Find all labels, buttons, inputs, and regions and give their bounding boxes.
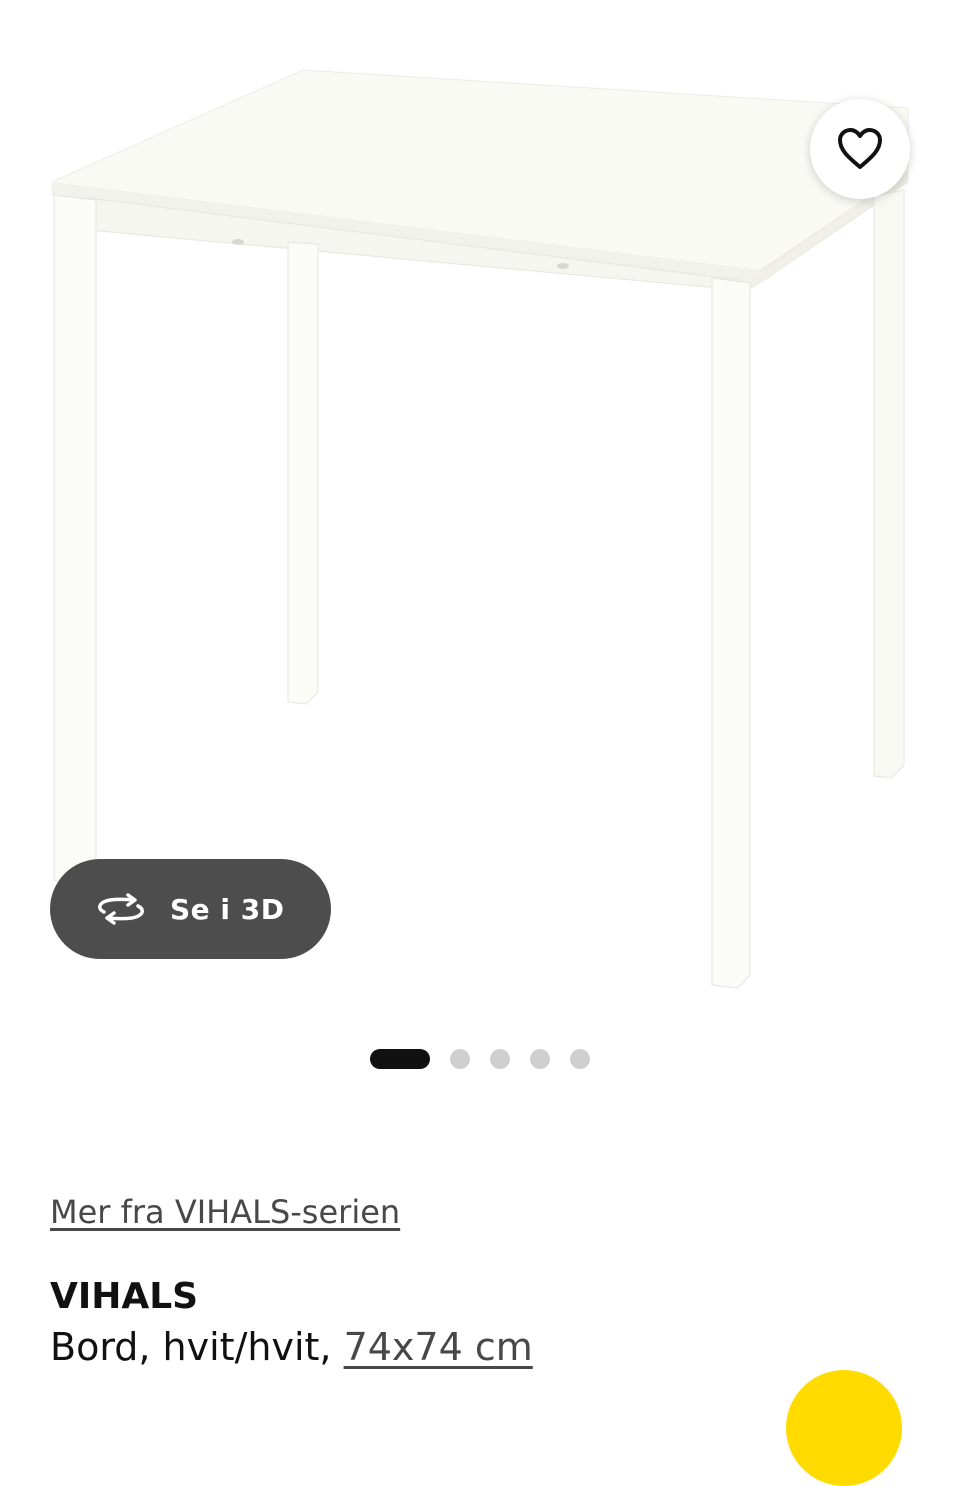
carousel-dot-5[interactable] bbox=[570, 1049, 590, 1069]
carousel-dot-4[interactable] bbox=[530, 1049, 550, 1069]
carousel-dot-3[interactable] bbox=[490, 1049, 510, 1069]
product-name: VIHALS bbox=[50, 1276, 199, 1317]
favorite-button[interactable] bbox=[810, 99, 910, 199]
rotate-3d-icon bbox=[98, 893, 144, 925]
carousel-dot-1[interactable] bbox=[370, 1049, 430, 1069]
product-type-color: Bord, hvit/hvit, bbox=[50, 1325, 344, 1369]
product-gallery[interactable]: Se i 3D bbox=[0, 0, 960, 1010]
heart-outline-icon bbox=[838, 128, 882, 169]
view-in-3d-label: Se i 3D bbox=[170, 892, 285, 926]
add-to-cart-button[interactable] bbox=[786, 1370, 902, 1486]
product-size-link[interactable]: 74x74 cm bbox=[344, 1325, 533, 1369]
carousel-indicator bbox=[0, 1048, 960, 1070]
series-link[interactable]: Mer fra VIHALS-serien bbox=[50, 1193, 400, 1231]
view-in-3d-button[interactable]: Se i 3D bbox=[50, 859, 331, 959]
carousel-dot-2[interactable] bbox=[450, 1049, 470, 1069]
product-description: Bord, hvit/hvit, 74x74 cm bbox=[50, 1325, 533, 1369]
